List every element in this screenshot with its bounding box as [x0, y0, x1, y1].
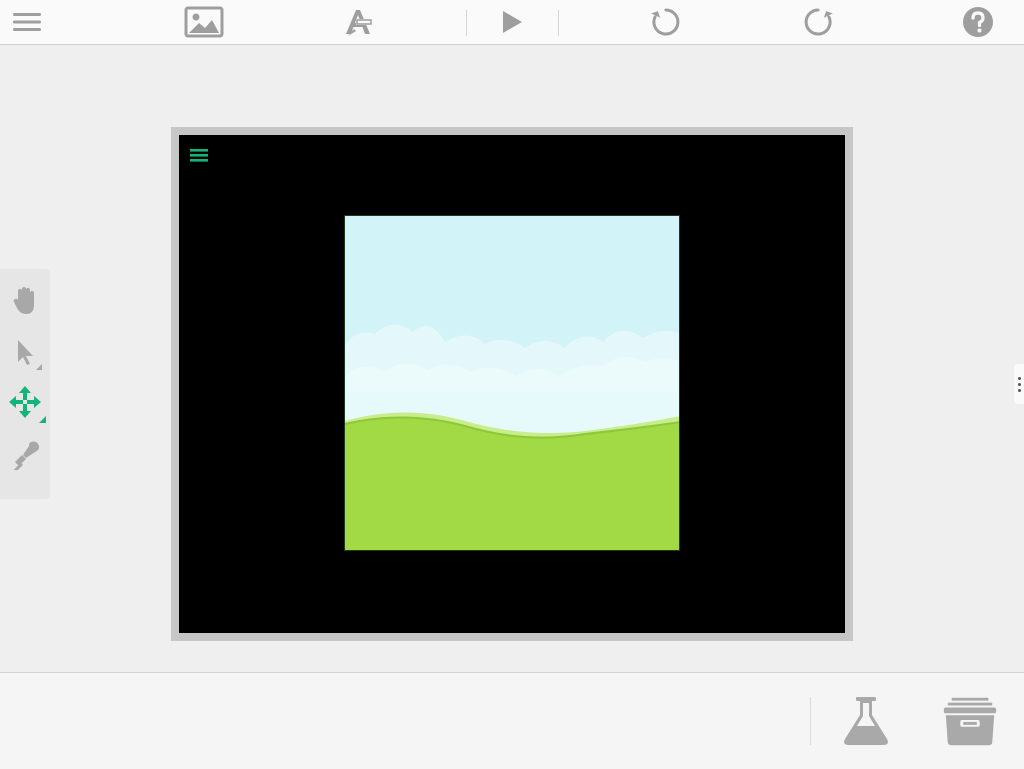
select-arrow-icon [18, 340, 42, 370]
help-button[interactable] [956, 0, 1000, 44]
handle-dot [1017, 376, 1021, 380]
top-toolbar [0, 0, 1024, 45]
stamp-icon [13, 441, 40, 470]
help-icon [963, 7, 993, 37]
experiment-button[interactable] [836, 691, 896, 751]
handle-dot [1017, 382, 1021, 386]
redo-icon [804, 8, 833, 36]
menu-icon [13, 13, 41, 31]
hand-tool-button[interactable] [6, 279, 46, 323]
stage[interactable] [179, 135, 845, 633]
flask-icon [844, 697, 888, 745]
hills-sky-scene-image [345, 216, 679, 550]
bottom-bar [0, 672, 1024, 769]
menu-button[interactable] [5, 0, 49, 44]
stamp-tool-button[interactable] [6, 433, 46, 477]
stage-frame [171, 127, 853, 641]
handle-dot [1017, 388, 1021, 392]
side-panel-handle[interactable] [1014, 364, 1024, 404]
play-icon [503, 11, 522, 33]
move-arrows-icon [9, 386, 46, 423]
background-image-icon [184, 6, 224, 38]
text-style-button[interactable] [336, 0, 380, 44]
text-style-icon [346, 10, 372, 36]
select-tool-button[interactable] [6, 331, 46, 375]
undo-icon [651, 8, 680, 36]
play-button[interactable] [490, 0, 534, 44]
background-scene[interactable] [344, 215, 680, 551]
tool-panel [0, 269, 50, 499]
archive-box-icon [943, 697, 997, 746]
stage-menu-icon [190, 149, 208, 162]
hand-icon [13, 287, 34, 314]
undo-button[interactable] [644, 0, 688, 44]
archive-button[interactable] [940, 691, 1000, 751]
move-tool-button[interactable] [6, 381, 46, 425]
background-button[interactable] [182, 0, 226, 44]
redo-button[interactable] [796, 0, 840, 44]
stage-menu-button[interactable] [189, 145, 213, 167]
